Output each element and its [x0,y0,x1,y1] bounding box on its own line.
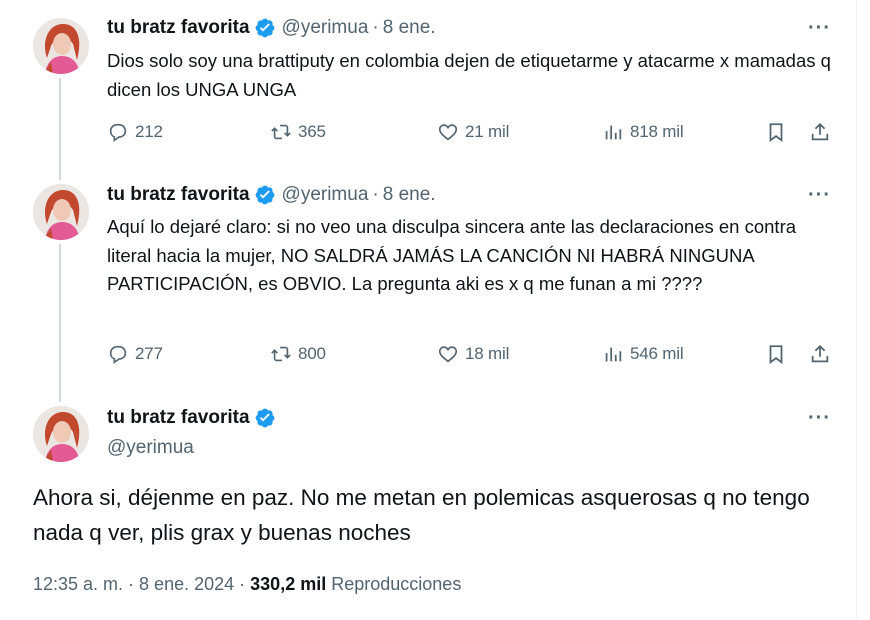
handle-row: @yerimua [107,437,194,459]
display-name[interactable]: tu bratz favorita [107,184,250,206]
tweet-header: tu bratz favorita @yerimua · 8 ene. [107,184,436,206]
avatar[interactable] [33,184,89,240]
action-bar: 212 365 21 mil 818 mil [107,121,837,151]
views-count: 818 mil [630,122,684,141]
verified-badge-icon [254,407,276,429]
avatar[interactable] [33,18,89,74]
reply-icon [109,345,127,364]
share-button[interactable] [809,343,837,365]
repost-count: 800 [298,344,326,363]
like-count: 18 mil [465,344,510,363]
reply-button[interactable]: 277 [107,343,163,365]
separator: · [372,184,379,205]
share-icon [811,122,829,141]
repost-button[interactable]: 365 [270,121,326,143]
reply-icon [109,123,127,142]
views-icon [605,347,622,362]
tweet-timestamp[interactable]: 12:35 a. m. · 8 ene. 2024 · [33,574,245,594]
display-name[interactable]: tu bratz favorita [107,17,250,39]
thread-connector [59,244,61,402]
like-count: 21 mil [465,122,510,141]
reply-button[interactable]: 212 [107,121,163,143]
repost-button[interactable]: 800 [270,343,326,365]
like-icon [438,124,458,141]
repost-icon [271,124,291,140]
handle[interactable]: @yerimua [282,17,369,39]
tweet-date[interactable]: 8 ene. [383,17,436,39]
tweet-text: Ahora si, déjenme en paz. No me metan en… [33,485,810,545]
repost-icon [271,346,291,362]
views-count: 330,2 mil [250,574,327,594]
handle[interactable]: @yerimua [107,437,194,459]
tweet-text: Dios solo soy una brattiputy en colombia… [107,50,831,100]
repost-count: 365 [298,122,326,141]
avatar[interactable] [33,406,89,462]
views-count: 546 mil [630,344,684,363]
tweet-meta: 12:35 a. m. · 8 ene. 2024 · 330,2 mil Re… [33,574,461,595]
share-button[interactable] [809,121,837,143]
tweet-header: tu bratz favorita @yerimua · 8 ene. [107,17,436,39]
like-button[interactable]: 21 mil [437,121,509,143]
more-icon[interactable]: ··· [808,184,831,207]
bookmark-icon [769,123,783,142]
bookmark-icon [769,345,783,364]
tweet-text: Aquí lo dejaré claro: si no veo una disc… [107,216,797,294]
views-button[interactable]: 818 mil [602,121,684,143]
handle[interactable]: @yerimua [282,184,369,206]
reply-count: 277 [135,344,163,363]
like-icon [438,346,458,363]
views-icon [605,125,622,140]
verified-badge-icon [254,184,276,206]
bookmark-button[interactable] [765,121,793,143]
reply-count: 212 [135,122,163,141]
more-icon[interactable]: ··· [808,17,831,40]
separator: · [372,17,379,38]
tweet-thread: tu bratz favorita @yerimua · 8 ene. ··· … [0,0,857,620]
verified-badge-icon [254,17,276,39]
like-button[interactable]: 18 mil [437,343,509,365]
action-bar: 277 800 18 mil 546 mil [107,343,837,373]
views-button[interactable]: 546 mil [602,343,684,365]
tweet-header: tu bratz favorita [107,407,282,429]
tweet-date[interactable]: 8 ene. [383,184,436,206]
more-icon[interactable]: ··· [808,407,831,430]
thread-connector [59,78,61,180]
bookmark-button[interactable] [765,343,793,365]
views-label: Reproducciones [331,574,462,594]
display-name[interactable]: tu bratz favorita [107,407,250,429]
share-icon [811,344,829,363]
